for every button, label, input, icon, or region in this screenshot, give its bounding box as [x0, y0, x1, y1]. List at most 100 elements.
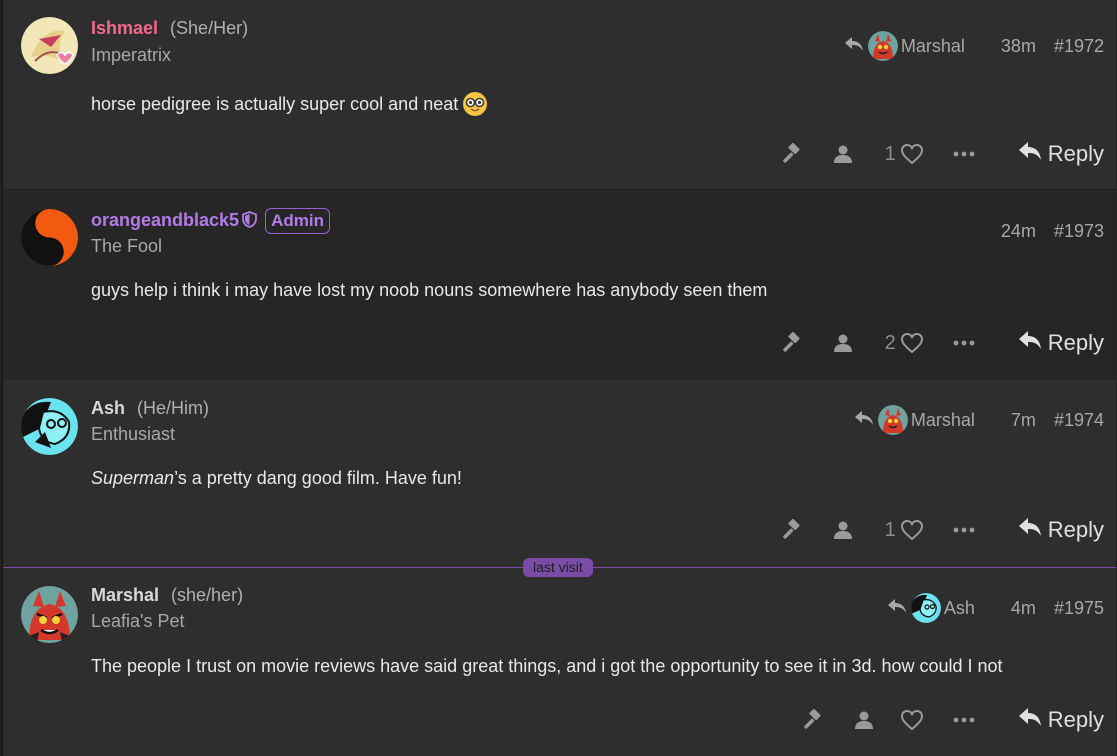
post-age[interactable]: 7m — [1011, 410, 1036, 431]
reply-label: Reply — [1047, 707, 1104, 732]
user-icon[interactable] — [823, 144, 863, 164]
nerd-face-emoji — [462, 91, 488, 117]
post-text: The people I trust on movie reviews have… — [91, 656, 1003, 676]
post-text: guys help i think i may have lost my noo… — [91, 280, 768, 300]
reply-button[interactable]: Reply — [1018, 517, 1104, 543]
like-count: 1 — [884, 518, 896, 541]
post-1972: Ishmael (She/Her) Imperatrix Marshal 38m … — [3, 0, 1116, 189]
user-icon[interactable] — [823, 520, 863, 540]
heart-icon — [900, 143, 924, 165]
post-1973: orangeandblack5 Admin The Fool 24m #1973 … — [3, 190, 1116, 379]
post-text: ’s a pretty dang good film. Have fun! — [174, 468, 462, 488]
post-age[interactable]: 24m — [1001, 221, 1036, 242]
user-title: Enthusiast — [91, 424, 176, 444]
reply-to-username: Marshal — [910, 409, 975, 430]
avatar-orangeandblack5[interactable] — [21, 209, 78, 266]
reply-label: Reply — [1047, 141, 1104, 166]
ellipsis-icon[interactable] — [944, 151, 984, 157]
user-title: Leafia's Pet — [91, 611, 185, 631]
like-count: 2 — [884, 331, 896, 354]
post-header: Marshal (she/her) — [91, 585, 243, 606]
user-icon[interactable] — [823, 333, 863, 353]
reply-button[interactable]: Reply — [1018, 141, 1104, 167]
reply-button[interactable]: Reply — [1018, 707, 1104, 733]
like-count: 1 — [884, 142, 896, 165]
reply-to-tab[interactable]: Marshal — [854, 405, 975, 435]
post-number[interactable]: #1973 — [1054, 221, 1104, 242]
post-actions: 2 Reply — [771, 330, 1104, 356]
topic-stream: Ishmael (She/Her) Imperatrix Marshal 38m … — [2, 0, 1116, 756]
ellipsis-icon[interactable] — [944, 717, 984, 723]
avatar-ash-mini — [910, 593, 941, 623]
post-1975: Marshal (she/her) Leafia's Pet Ash 4m #19… — [3, 568, 1116, 756]
reply-arrow-icon — [844, 36, 864, 57]
post-meta: Ash 4m #1975 — [887, 593, 1104, 623]
like-button[interactable]: 1 — [885, 143, 924, 166]
ellipsis-icon[interactable] — [944, 340, 984, 346]
last-visit-label: last visit — [523, 558, 593, 577]
post-content: horse pedigree is actually super cool an… — [91, 91, 488, 117]
moderation-hammer-icon[interactable] — [771, 332, 811, 354]
post-header: Ash (He/Him) — [91, 398, 209, 419]
heart-icon — [900, 709, 924, 731]
pronouns: (She/Her) — [170, 18, 249, 38]
post-number[interactable]: #1972 — [1054, 36, 1104, 57]
like-button[interactable]: 1 — [885, 519, 924, 542]
reply-arrow-icon — [854, 410, 874, 431]
admin-badge: Admin — [265, 208, 330, 234]
post-actions: 1 Reply — [771, 141, 1104, 167]
reply-to-username: Ash — [943, 597, 975, 618]
moderation-hammer-icon[interactable] — [792, 709, 832, 731]
post-meta: Marshal 38m #1972 — [844, 31, 1104, 61]
avatar-ash[interactable] — [21, 398, 78, 455]
reply-arrow-icon — [1018, 330, 1048, 356]
ellipsis-icon[interactable] — [944, 527, 984, 533]
post-age[interactable]: 38m — [1001, 36, 1036, 57]
pronouns: (she/her) — [171, 585, 244, 605]
heart-icon — [900, 519, 924, 541]
like-button[interactable]: 2 — [885, 332, 924, 355]
avatar-marshal[interactable] — [21, 586, 78, 643]
reply-button[interactable]: Reply — [1018, 330, 1104, 356]
shield-icon — [242, 211, 257, 233]
username[interactable]: Ishmael — [91, 18, 158, 38]
reply-label: Reply — [1047, 330, 1104, 355]
post-actions: 1 Reply — [771, 517, 1104, 543]
post-text: horse pedigree is actually super cool an… — [91, 93, 459, 114]
reply-arrow-icon — [1018, 141, 1048, 167]
username[interactable]: Ash — [91, 398, 125, 418]
username[interactable]: orangeandblack5 — [91, 210, 239, 230]
reply-to-tab[interactable]: Marshal — [844, 31, 965, 61]
avatar-marshal-mini — [867, 31, 898, 61]
post-header: orangeandblack5 Admin — [91, 208, 330, 234]
avatar-marshal-mini — [877, 405, 908, 435]
post-number[interactable]: #1974 — [1054, 410, 1104, 431]
avatar-ishmael[interactable] — [21, 17, 78, 74]
reply-label: Reply — [1047, 517, 1104, 542]
moderation-hammer-icon[interactable] — [771, 143, 811, 165]
post-header: Ishmael (She/Her) — [91, 18, 248, 39]
reply-to-username: Marshal — [900, 35, 965, 56]
post-text-italic: Superman — [91, 468, 175, 488]
like-button[interactable] — [896, 709, 924, 731]
post-content: The people I trust on movie reviews have… — [91, 656, 1003, 677]
reply-arrow-icon — [1018, 707, 1048, 733]
post-meta: Marshal 7m #1974 — [854, 405, 1104, 435]
post-meta: 24m #1973 — [1001, 221, 1104, 242]
pronouns: (He/Him) — [137, 398, 210, 418]
post-content: guys help i think i may have lost my noo… — [91, 280, 767, 301]
reply-arrow-icon — [1018, 517, 1048, 543]
user-title: Imperatrix — [91, 45, 172, 65]
user-icon[interactable] — [844, 710, 884, 730]
username[interactable]: Marshal — [91, 585, 159, 605]
post-actions: Reply — [792, 707, 1104, 733]
post-content: Superman’s a pretty dang good film. Have… — [91, 468, 462, 489]
post-age[interactable]: 4m — [1011, 598, 1036, 619]
post-1974: Ash (He/Him) Enthusiast Marshal 7m #1974 … — [3, 380, 1116, 567]
user-title: The Fool — [91, 236, 163, 256]
post-number[interactable]: #1975 — [1054, 598, 1104, 619]
moderation-hammer-icon[interactable] — [771, 519, 811, 541]
reply-to-tab[interactable]: Ash — [887, 593, 975, 623]
reply-arrow-icon — [887, 598, 907, 619]
heart-icon — [900, 332, 924, 354]
